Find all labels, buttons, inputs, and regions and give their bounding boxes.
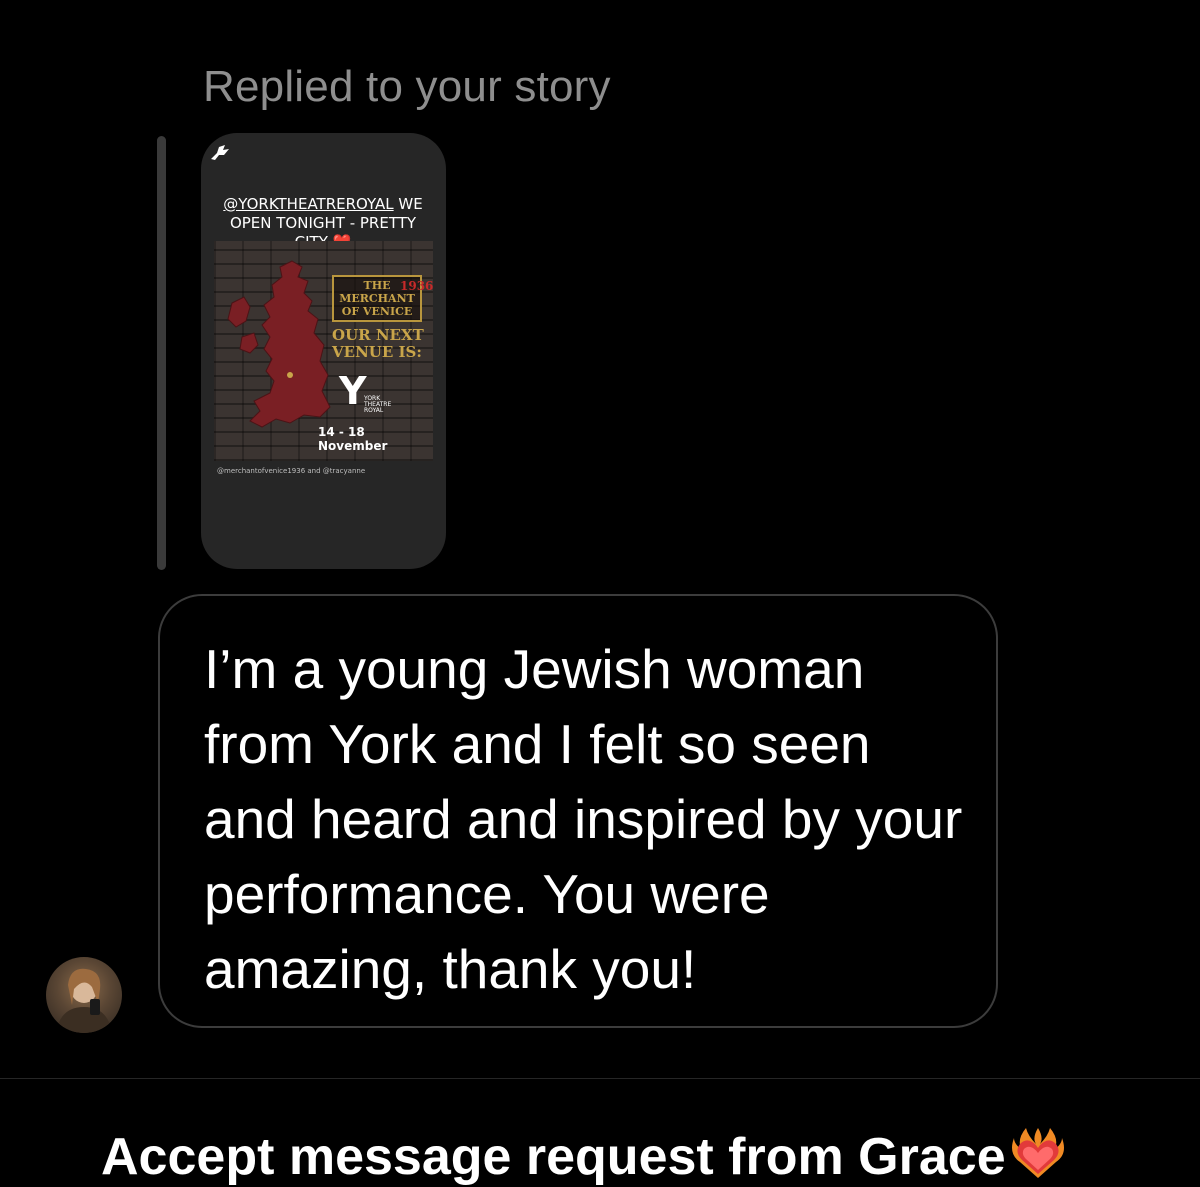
- story-caption-mention[interactable]: @YORKTHEATREROYAL: [223, 195, 393, 213]
- message-bubble[interactable]: I’m a young Jewish woman from York and I…: [158, 594, 998, 1028]
- accept-message-request-prompt[interactable]: Accept message request from Grace: [101, 1124, 1066, 1187]
- poster-venue-name: YORK THEATRE ROYAL: [364, 395, 392, 414]
- accept-prompt-text: Accept message request from Grace: [101, 1128, 1006, 1186]
- heart-on-fire-icon: [1011, 1128, 1064, 1178]
- message-text: I’m a young Jewish woman from York and I…: [204, 638, 963, 1000]
- replied-to-story-label: Replied to your story: [203, 62, 611, 111]
- story-poster-image: THE MERCHANT OF VENICE 1936 OUR NEXT VEN…: [214, 241, 433, 461]
- story-preview-card[interactable]: @YORKTHEATREROYAL WE OPEN TONIGHT - PRET…: [201, 133, 446, 569]
- avatar-photo: [56, 968, 112, 1033]
- sender-avatar[interactable]: [46, 957, 122, 1033]
- poster-dates: 14 - 18 November: [318, 425, 388, 453]
- footer-divider: [0, 1078, 1200, 1079]
- poster-year-mark: 1936: [400, 279, 433, 293]
- york-theatre-logo: Y: [339, 369, 367, 413]
- poster-next-venue-text: OUR NEXT VENUE IS:: [332, 326, 424, 361]
- story-sticker-icon: [211, 145, 229, 160]
- story-credits: @merchantofvenice1936 and @tracyanne: [217, 467, 366, 475]
- reply-quote-bar: [157, 136, 166, 570]
